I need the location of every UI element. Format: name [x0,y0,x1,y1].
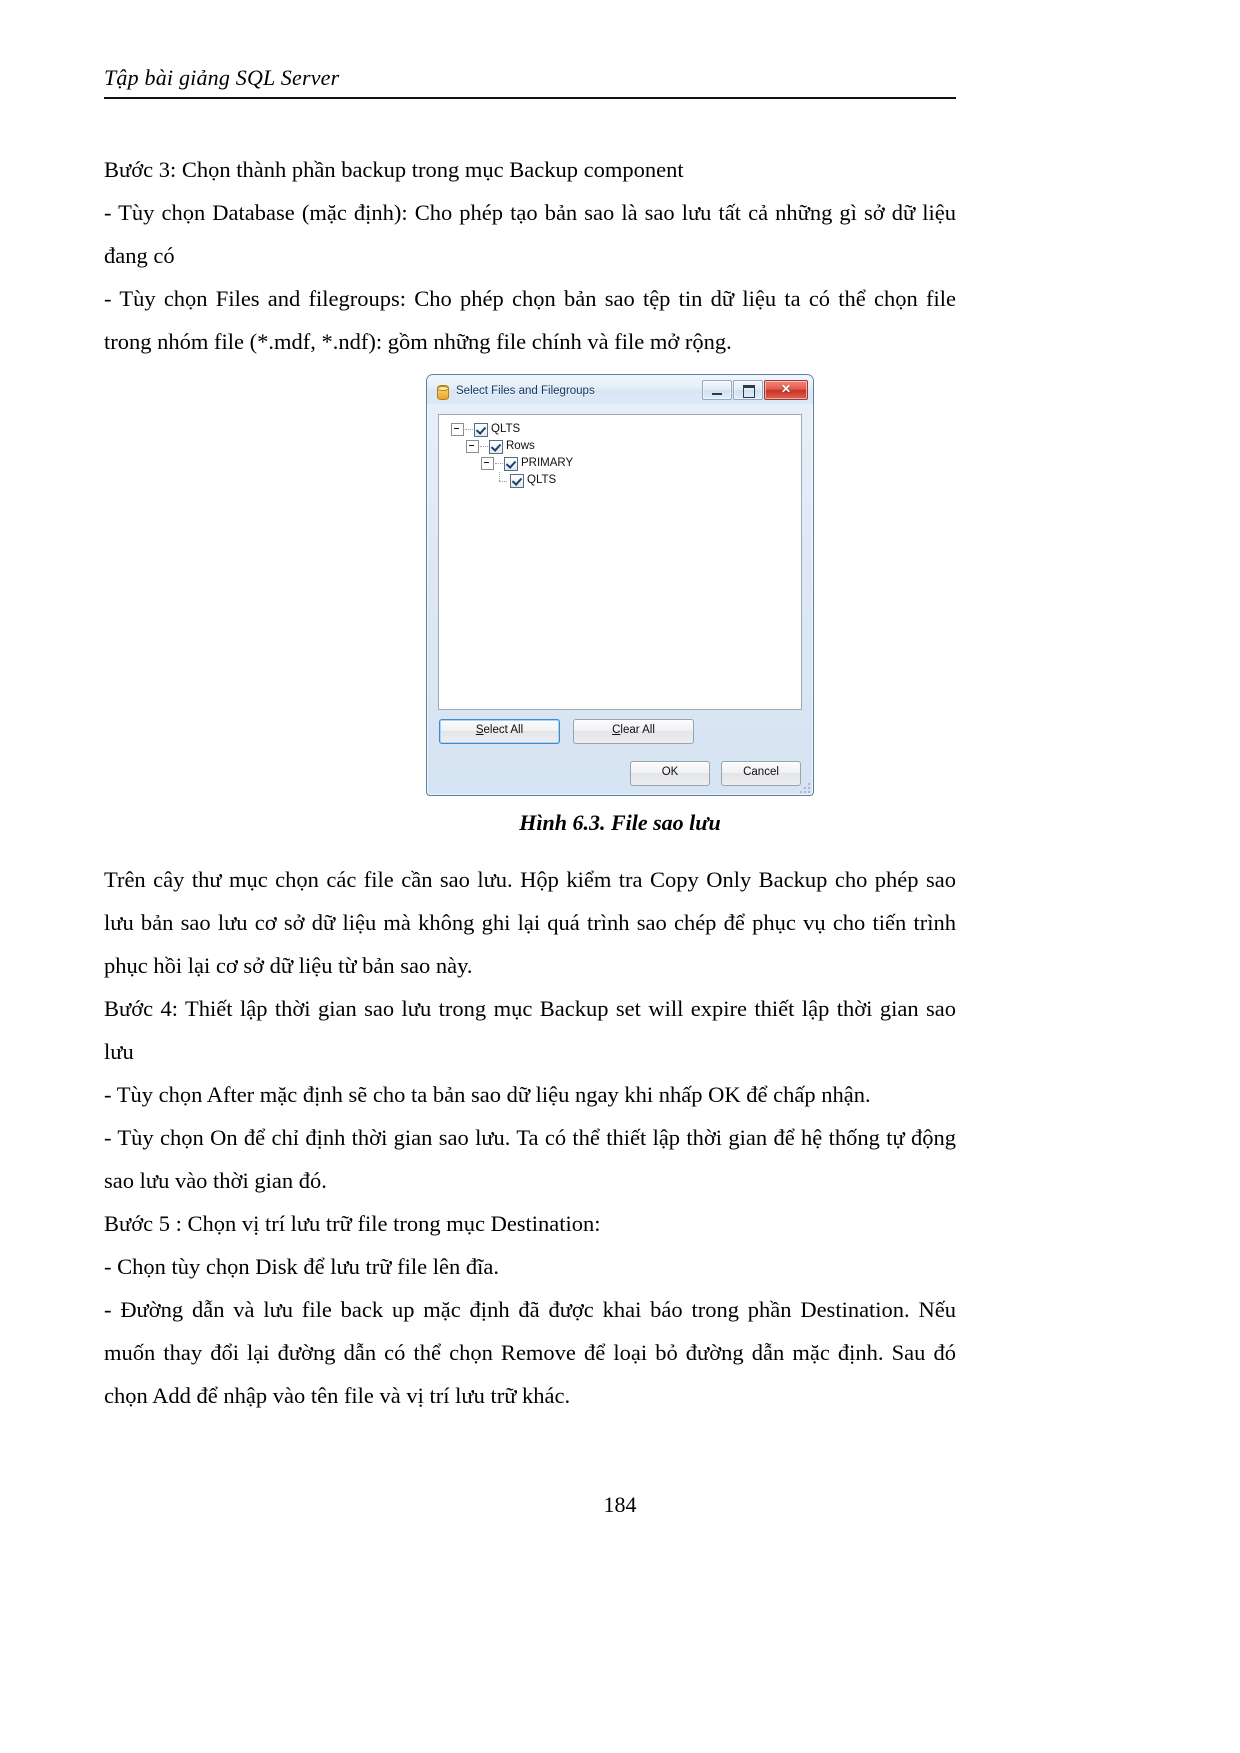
dialog-action-buttons: OK Cancel [438,761,802,789]
paragraph-copy-only-backup: Trên cây thư mục chọn các file cần sao l… [104,867,956,978]
tree-connector-line [480,445,488,448]
paragraph-step4: Bước 4: Thiết lập thời gian sao lưu tron… [104,996,956,1064]
tree-connector-line [495,462,503,465]
header-divider [104,97,956,99]
body-text-top: Bước 3: Chọn thành phần backup trong mục… [104,148,956,363]
paragraph-database-option: - Tùy chọn Database (mặc định): Cho phép… [104,200,956,268]
cancel-button[interactable]: Cancel [721,761,801,786]
tree-connector-line [465,428,473,431]
paragraph-after-option: - Tùy chọn After mặc định sẽ cho ta bản … [104,1082,871,1107]
paragraph-destination-path: - Đường dẫn và lưu file back up mặc định… [104,1297,956,1408]
checkbox-rows[interactable] [489,439,503,454]
tree-node-primary[interactable]: PRIMARY [445,455,797,472]
close-button[interactable]: ✕ [764,380,808,400]
paragraph-on-option: - Tùy chọn On để chỉ định thời gian sao … [104,1125,956,1193]
paragraph-filegroups-option: - Tùy chọn Files and filegroups: Cho phé… [104,286,956,354]
collapse-icon[interactable] [466,440,479,453]
tree-label-rows: Rows [506,440,535,452]
select-files-and-filegroups-dialog: Select Files and Filegroups ✕ QLTS Rows … [426,374,814,796]
database-cylinder-icon [435,384,450,400]
minimize-button[interactable] [702,380,732,400]
filegroups-tree[interactable]: QLTS Rows PRIMARY QLTS [438,414,802,710]
collapse-icon[interactable] [451,423,464,436]
tree-label-primary: PRIMARY [521,457,574,469]
checkbox-qlts-root[interactable] [474,422,488,437]
dialog-body: QLTS Rows PRIMARY QLTS Select All Clear … [427,404,813,795]
collapse-icon[interactable] [481,457,494,470]
checkbox-qlts-file[interactable] [510,473,524,488]
close-icon: ✕ [780,382,792,396]
dialog-title-bar[interactable]: Select Files and Filegroups ✕ [427,375,813,404]
tree-node-qlts-root[interactable]: QLTS [445,421,797,438]
clear-all-button[interactable]: Clear All [573,719,694,744]
maximize-button[interactable] [733,380,763,400]
dialog-title: Select Files and Filegroups [456,385,595,397]
resize-grip[interactable] [798,781,810,793]
figure-6-3: Select Files and Filegroups ✕ QLTS Rows … [0,374,1240,836]
paragraph-step5: Bước 5 : Chọn vị trí lưu trữ file trong … [104,1211,601,1236]
window-controls: ✕ [702,380,808,400]
running-header: Tập bài giảng SQL Server [104,64,956,99]
page-number: 184 [603,1492,637,1517]
ok-button[interactable]: OK [630,761,710,786]
checkbox-primary[interactable] [504,456,518,471]
body-text-bottom: Trên cây thư mục chọn các file cần sao l… [104,858,956,1417]
selection-buttons: Select All Clear All [438,719,802,744]
paragraph-disk-option: - Chọn tùy chọn Disk để lưu trữ file lên… [104,1254,499,1279]
tree-label-qlts-file: QLTS [527,474,557,486]
tree-connector-elbow [496,472,509,486]
tree-node-rows[interactable]: Rows [445,438,797,455]
paragraph-step3: Bước 3: Chọn thành phần backup trong mục… [104,157,684,182]
tree-node-qlts-file[interactable]: QLTS [445,472,797,489]
select-all-button[interactable]: Select All [439,719,560,744]
running-header-title: Tập bài giảng SQL Server [104,65,340,90]
tree-label-qlts-root: QLTS [491,423,521,435]
figure-caption: Hình 6.3. File sao lưu [519,810,721,835]
document-page: Tập bài giảng SQL Server Bước 3: Chọn th… [0,0,1240,1753]
